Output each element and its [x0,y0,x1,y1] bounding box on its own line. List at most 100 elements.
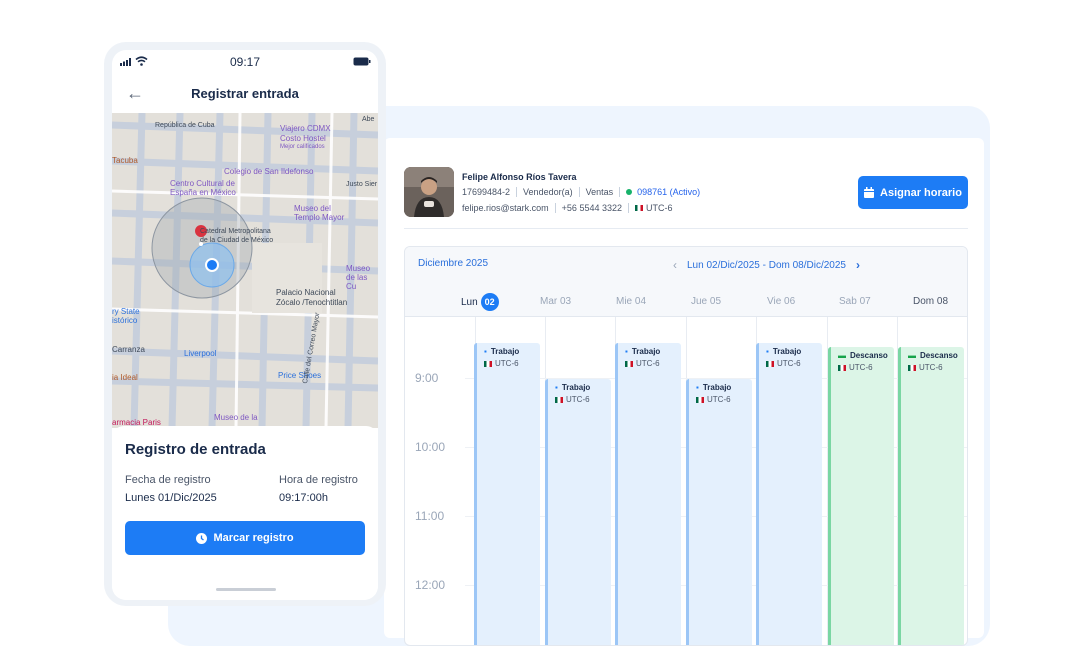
employee-name: Felipe Alfonso Ríos Tavera [462,172,577,182]
time-label: 12:00 [415,578,446,592]
phone-screen: 09:17 ← Registrar entrada República de C… [112,50,378,600]
employee-dept: Ventas [585,187,614,197]
map-label: Tacuba [112,156,138,165]
day-header-sat[interactable]: Sab 07 [839,296,871,307]
calendar-icon: ▪ [484,347,487,356]
day-header-tue[interactable]: Mar 03 [540,296,571,307]
divider [627,203,629,213]
clock-icon [196,532,208,544]
chevron-left-icon[interactable]: ‹ [673,258,677,272]
map-label: Justo Sier [346,181,378,188]
status-time: 09:17 [230,55,261,69]
chevron-right-icon[interactable]: › [856,258,860,272]
signal-icon [120,58,131,66]
battery-icon [353,57,371,66]
employee-id: 17699484-2 [462,187,511,197]
time-value: 09:17:00h [279,492,328,504]
day-header-wed[interactable]: Mie 04 [616,296,646,307]
event-rest-sat[interactable]: ▬ Descanso UTC-6 [828,347,894,645]
map-label: de la Ciudad de México [200,237,274,244]
status-dot-icon [626,189,633,195]
map-label: Centro Cultural de [170,179,235,188]
mark-register-label: Marcar registro [213,532,294,544]
map-label: Viajero CDMX [280,124,331,133]
mark-register-button[interactable]: Marcar registro [125,521,365,555]
status-bar: 09:17 [112,50,378,74]
mexico-flag-icon [625,360,633,367]
map-label: Museo de la [214,413,258,422]
map-view[interactable]: República de Cuba Viajero CDMX Costo Hos… [112,113,378,428]
employee-email: felipe.rios@stark.com [462,203,549,213]
event-work-fri[interactable]: ▪ Trabajo UTC-6 [756,343,822,645]
map-label: Museo de las Cu [346,264,371,291]
day-header-fri[interactable]: Vie 06 [767,296,795,307]
mexico-flag-icon [484,360,492,367]
week-calendar: Diciembre 2025 ‹ Lun 02/Dic/2025 - Dom 0… [404,246,968,646]
calendar-icon: ▪ [766,347,769,356]
calendar-icon: ▪ [696,383,699,392]
date-value: Lunes 01/Dic/2025 [125,492,217,504]
mexico-flag-icon [908,364,916,371]
mexico-flag-icon [766,360,774,367]
event-work-wed[interactable]: ▪ Trabajo UTC-6 [615,343,681,645]
check-in-sheet: Registro de entrada Fecha de registro Lu… [112,426,378,600]
day-header-thu[interactable]: Jue 05 [691,296,721,307]
time-label: Hora de registro [279,474,358,486]
calendar-icon [864,187,875,198]
time-label: 11:00 [415,509,445,523]
map-label: Abe [362,116,375,123]
map-roads [112,113,378,428]
map-label: Catedral Metropolitana [200,228,271,235]
divider [516,187,518,197]
employee-contact-row: felipe.rios@stark.com +56 5544 3322 UTC-… [462,203,672,213]
time-label: 10:00 [415,440,446,454]
event-work-tue[interactable]: ▪ Trabajo UTC-6 [545,379,611,645]
event-work-thu[interactable]: ▪ Trabajo UTC-6 [686,379,752,645]
map-label: Mejor calificados [280,144,325,150]
map-label: Templo Mayor [294,213,345,222]
divider [619,187,621,197]
phone-title: Registrar entrada [191,86,299,101]
assign-schedule-button[interactable]: Asignar horario [858,176,968,209]
employee-avatar [404,167,454,217]
date-label: Fecha de registro [125,474,211,486]
event-work-mon[interactable]: ▪ Trabajo UTC-6 [474,343,540,645]
map-label: Price Shoes [278,371,322,380]
mexico-flag-icon [696,396,704,403]
day-header-sun[interactable]: Dom 08 [913,296,948,307]
day-header-mon[interactable]: Lun 02 [461,293,499,311]
week-range: Lun 02/Dic/2025 - Dom 08/Dic/2025 [687,259,846,271]
map-label: Costo Hostel [280,134,326,143]
bed-icon: ▬ [908,351,916,360]
wifi-icon [135,56,148,66]
divider [404,228,968,229]
map-label: istórico [112,316,138,325]
employee-role: Vendedor(a) [523,187,573,197]
map-label: ry State [112,307,140,316]
week-range-nav: ‹ Lun 02/Dic/2025 - Dom 08/Dic/2025 › [673,258,860,272]
phone-header: ← Registrar entrada [112,78,378,112]
map-label: Colegio de San Ildefonso [224,167,314,176]
event-rest-sun[interactable]: ▬ Descanso UTC-6 [898,347,964,645]
bed-icon: ▬ [838,351,846,360]
map-label: Carranza [112,345,145,354]
calendar-icon: ▪ [555,383,558,392]
calendar-month: Diciembre 2025 [418,258,489,269]
employee-phone: +56 5544 3322 [561,203,622,213]
home-indicator [216,588,276,591]
sheet-title: Registro de entrada [125,441,266,458]
today-badge: 02 [480,293,499,311]
map-label: ia Ideal [112,373,138,382]
calendar-icon: ▪ [625,347,628,356]
employee-meta-row: 17699484-2 Vendedor(a) Ventas 098761 (Ac… [462,187,700,197]
time-label: 9:00 [415,371,439,385]
calendar-header: Diciembre 2025 ‹ Lun 02/Dic/2025 - Dom 0… [405,247,967,317]
mexico-flag-icon [838,364,846,371]
map-label: Museo del [294,204,331,213]
mexico-flag-icon [555,396,563,403]
map-label: Palacio Nacional [276,288,336,297]
assign-button-label: Asignar horario [880,186,962,199]
map-label: Liverpool [184,349,217,358]
employee-code: 098761 (Activo) [637,187,701,197]
mexico-flag-icon [634,205,643,211]
